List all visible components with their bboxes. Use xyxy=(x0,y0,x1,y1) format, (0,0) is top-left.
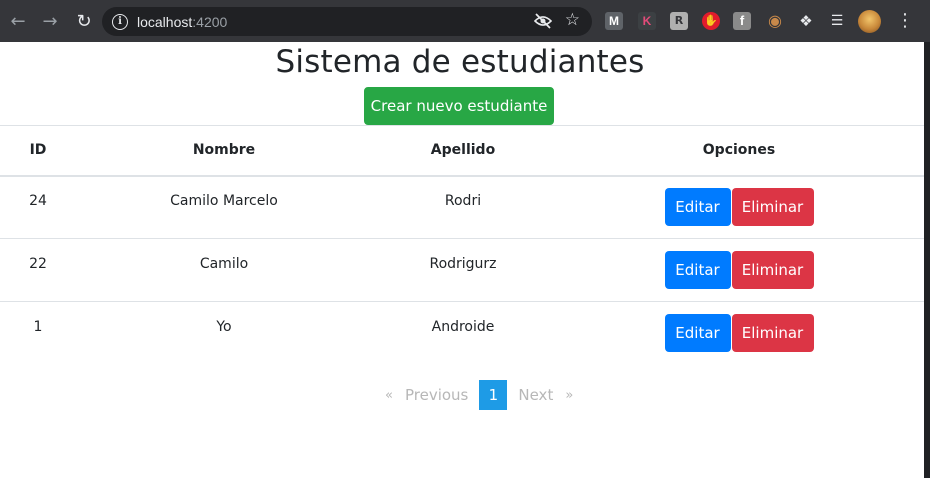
cell-apellido-text: Rodri xyxy=(444,193,482,210)
cell-apellido: Rodri xyxy=(372,176,554,239)
delete-button[interactable]: Eliminar xyxy=(731,251,814,289)
cell-apellido: Rodrigurz xyxy=(372,238,554,302)
header-opciones: Opciones xyxy=(554,125,924,177)
table-row: 1 Yo Androide Editar Eliminar xyxy=(0,301,924,365)
pagination: « Previous 1 Next » xyxy=(378,380,580,410)
page-title: Sistema de estudiantes xyxy=(275,44,645,80)
row-actions: Editar Eliminar xyxy=(664,251,814,289)
cell-id-text: 22 xyxy=(29,256,47,272)
delete-button[interactable]: Eliminar xyxy=(731,314,814,353)
cell-opciones: Editar Eliminar xyxy=(554,238,924,302)
browser-menu-icon[interactable]: ⋮ xyxy=(896,10,914,32)
header-id: ID xyxy=(0,125,76,177)
back-arrow-icon[interactable]: ← xyxy=(4,7,32,35)
header-apellido: Apellido xyxy=(372,125,554,177)
pagination-prev-arrow[interactable]: « xyxy=(378,380,400,410)
cell-id-text: 1 xyxy=(33,319,43,336)
page-content: Sistema de estudiantes Crear nuevo estud… xyxy=(0,42,924,478)
header-nombre: Nombre xyxy=(76,125,372,177)
k-extension-icon[interactable]: K xyxy=(638,12,656,30)
students-table: ID Nombre Apellido Opciones 24 Camilo Ma… xyxy=(0,125,924,365)
media-list-icon[interactable]: ☰ xyxy=(828,12,846,30)
bookmark-star-icon[interactable]: ☆ xyxy=(565,10,580,30)
row-actions: Editar Eliminar xyxy=(664,188,814,227)
pagination-next[interactable]: Next xyxy=(513,380,558,410)
pagination-next-arrow[interactable]: » xyxy=(558,380,580,410)
extensions-puzzle-icon[interactable]: ❖ xyxy=(797,12,815,30)
address-bar[interactable]: i localhost:4200 ☆ xyxy=(102,7,592,36)
url-port: :4200 xyxy=(192,13,228,30)
cell-nombre-text: Yo xyxy=(216,319,232,336)
row-actions: Editar Eliminar xyxy=(664,314,814,353)
browser-toolbar: ← → ↻ i localhost:4200 ☆ M K R ✋ f ◉ ❖ ☰… xyxy=(0,0,930,42)
cell-id: 1 xyxy=(0,301,76,365)
cookie-extension-icon[interactable]: ◉ xyxy=(766,12,784,30)
delete-button[interactable]: Eliminar xyxy=(731,188,814,227)
forward-arrow-icon[interactable]: → xyxy=(36,7,64,35)
cell-id-text: 24 xyxy=(29,193,47,210)
edit-button[interactable]: Editar xyxy=(664,188,731,227)
eye-off-icon[interactable] xyxy=(534,13,552,29)
edit-button[interactable]: Editar xyxy=(664,251,731,289)
create-student-button[interactable]: Crear nuevo estudiante xyxy=(364,87,554,125)
gmail-extension-icon[interactable]: M xyxy=(605,12,623,30)
url-host: localhost xyxy=(137,13,193,30)
r-extension-icon[interactable]: R xyxy=(670,12,688,30)
cell-nombre-text: Camilo Marcelo xyxy=(170,193,278,210)
cell-id: 22 xyxy=(0,238,76,302)
cell-apellido: Androide xyxy=(372,301,554,365)
stop-hand-extension-icon[interactable]: ✋ xyxy=(702,12,720,30)
cell-opciones: Editar Eliminar xyxy=(554,301,924,365)
table-row: 24 Camilo Marcelo Rodri Editar Eliminar xyxy=(0,176,924,239)
table-header-row: ID Nombre Apellido Opciones xyxy=(0,125,924,177)
cell-nombre-text: Camilo xyxy=(199,256,249,272)
cell-apellido-text: Androide xyxy=(431,319,495,336)
facebook-extension-icon[interactable]: f xyxy=(733,12,751,30)
table-row: 22 Camilo Rodrigurz Editar Eliminar xyxy=(0,238,924,302)
cell-apellido-text: Rodrigurz xyxy=(429,256,497,272)
cell-nombre: Yo xyxy=(76,301,372,365)
pagination-page-1[interactable]: 1 xyxy=(479,380,508,410)
site-info-icon[interactable]: i xyxy=(112,13,128,30)
reload-icon[interactable]: ↻ xyxy=(70,7,98,35)
cell-opciones: Editar Eliminar xyxy=(554,176,924,239)
cell-nombre: Camilo xyxy=(76,238,372,302)
profile-avatar[interactable] xyxy=(858,10,881,33)
cell-nombre: Camilo Marcelo xyxy=(76,176,372,239)
window-edge xyxy=(924,42,930,478)
edit-button[interactable]: Editar xyxy=(664,314,731,353)
cell-id: 24 xyxy=(0,176,76,239)
url-text[interactable]: localhost:4200 xyxy=(137,14,227,30)
pagination-previous[interactable]: Previous xyxy=(400,380,473,410)
